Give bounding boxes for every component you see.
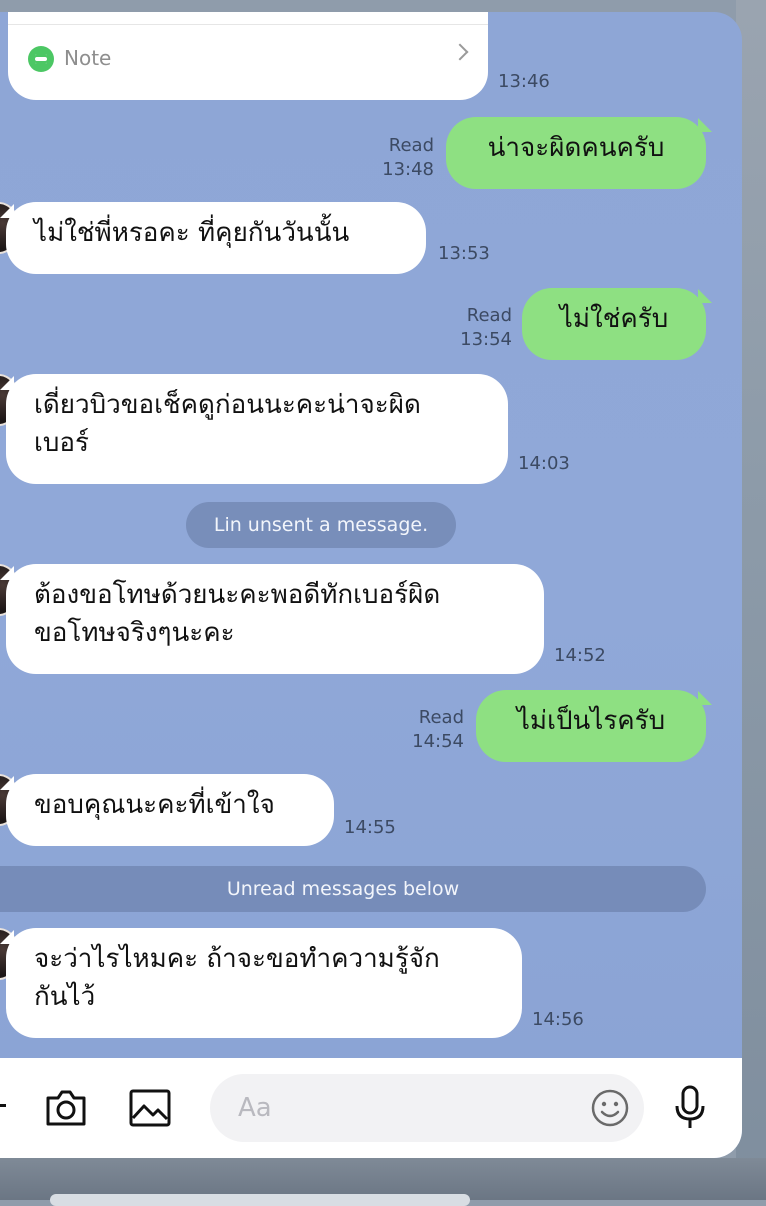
chevron-right-icon [451, 43, 469, 61]
emoji-icon[interactable] [590, 1088, 630, 1132]
message-line: เดี่ยวบิวขอเช็คดูก่อนนะคะน่าจะผิด [34, 390, 421, 420]
read-receipt: Read 13:48 [382, 135, 434, 180]
outgoing-message[interactable]: น่าจะผิดคนครับ [446, 117, 706, 189]
background-bottom [0, 1158, 766, 1206]
image-icon[interactable] [128, 1088, 172, 1132]
message-time: 13:46 [498, 71, 550, 92]
message-time: 13:53 [438, 243, 490, 264]
camera-icon[interactable] [44, 1088, 88, 1132]
unread-divider: Unread messages below [0, 866, 706, 912]
note-icon [28, 46, 54, 72]
note-label: Note [64, 46, 112, 70]
bubble-tail [698, 289, 712, 303]
incoming-message[interactable]: เดี่ยวบิวขอเช็คดูก่อนนะคะน่าจะผิด เบอร์ [6, 374, 508, 484]
bubble-tail [698, 118, 712, 132]
message-time: 14:55 [344, 817, 396, 838]
message-line: ขอโทษจริงๆนะคะ [34, 618, 235, 648]
message-line: เบอร์ [34, 428, 89, 458]
chat-window: Note 13:46 Read 13:48 น่าจะผิดคนครับ ไม่ใ… [0, 12, 742, 1158]
divider [8, 24, 488, 25]
incoming-message[interactable]: ขอบคุณนะคะที่เข้าใจ [6, 774, 334, 846]
incoming-message[interactable]: จะว่าไรไหมคะ ถ้าจะขอทำความรู้จัก กันไว้ [6, 928, 522, 1038]
plus-icon[interactable] [0, 1104, 6, 1107]
message-line: จะว่าไรไหมคะ ถ้าจะขอทำความรู้จัก [34, 944, 440, 974]
outgoing-message[interactable]: ไม่ใช่ครับ [522, 288, 706, 360]
message-time: 14:52 [554, 645, 606, 666]
note-card[interactable]: Note [8, 12, 488, 100]
message-input[interactable]: Aa [210, 1074, 644, 1142]
input-bar: Aa [0, 1058, 742, 1158]
incoming-message[interactable]: ไม่ใช่พี่หรอคะ ที่คุยกันวันนั้น [6, 202, 426, 274]
outgoing-message[interactable]: ไม่เป็นไรครับ [476, 690, 706, 762]
message-line: ต้องขอโทษด้วยนะคะพอดีทักเบอร์ผิด [34, 580, 441, 610]
message-list[interactable]: Note 13:46 Read 13:48 น่าจะผิดคนครับ ไม่ใ… [0, 12, 742, 1058]
bubble-tail [698, 691, 712, 705]
incoming-message[interactable]: ต้องขอโทษด้วยนะคะพอดีทักเบอร์ผิด ขอโทษจร… [6, 564, 544, 674]
message-time: 14:56 [532, 1009, 584, 1030]
unsent-notice: Lin unsent a message. [186, 502, 456, 548]
message-time: 14:03 [518, 453, 570, 474]
home-indicator [50, 1194, 470, 1206]
message-line: กันไว้ [34, 982, 96, 1012]
read-receipt: Read 14:54 [412, 707, 464, 752]
microphone-icon[interactable] [672, 1084, 708, 1136]
read-receipt: Read 13:54 [460, 305, 512, 350]
